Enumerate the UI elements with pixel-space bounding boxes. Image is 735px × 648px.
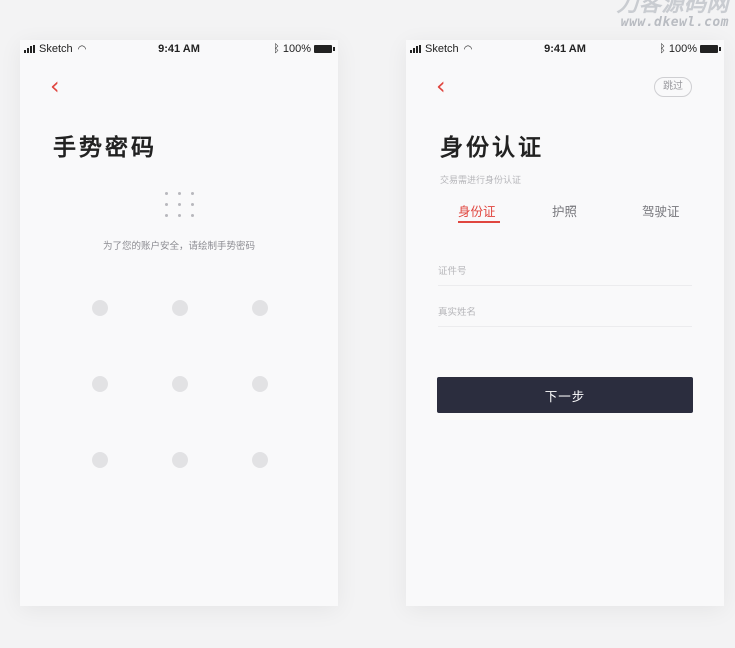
battery-percent: 100% — [282, 43, 311, 55]
back-chevron-icon[interactable]: ‹ — [50, 74, 60, 98]
pattern-node[interactable] — [252, 452, 268, 468]
battery-percent: 100% — [668, 43, 697, 55]
battery-icon — [314, 45, 335, 53]
watermark-logo-text: 刀客源码网 — [616, 0, 729, 17]
pattern-node[interactable] — [172, 452, 188, 468]
page-subtitle: 交易需进行身份认证 — [440, 176, 522, 186]
skip-button[interactable]: 跳过 — [654, 77, 692, 97]
gesture-grid-icon — [165, 192, 195, 218]
watermark-url: www.dkewl.com — [620, 15, 729, 30]
back-chevron-icon[interactable]: ‹ — [436, 74, 446, 98]
gesture-password-screen: Sketch ◠ 9:41 AM ᛒ 100% ‹ 手势密码 为了您的账户安全，… — [20, 40, 338, 606]
status-bar: Sketch ◠ 9:41 AM ᛒ 100% — [20, 40, 338, 58]
real-name-input[interactable] — [438, 307, 692, 318]
bluetooth-icon: ᛒ — [659, 43, 666, 55]
tab-passport[interactable]: 护照 — [552, 201, 577, 220]
document-type-tabs: 身份证 护照 驾驶证 — [436, 201, 704, 227]
pattern-node[interactable] — [92, 452, 108, 468]
bluetooth-icon: ᛒ — [273, 43, 280, 55]
site-watermark: 刀客源码网 www.dkewl.com — [616, 0, 729, 30]
page-title: 手势密码 — [53, 135, 157, 161]
tab-id-card[interactable]: 身份证 — [458, 201, 496, 220]
gesture-hint: 为了您的账户安全，请绘制手势密码 — [102, 241, 255, 252]
tab-driver-license[interactable]: 驾驶证 — [642, 201, 680, 220]
pattern-node[interactable] — [92, 376, 108, 392]
page-title: 身份认证 — [440, 135, 544, 161]
battery-icon — [700, 45, 721, 53]
pattern-node[interactable] — [172, 300, 188, 316]
gesture-pattern-pad[interactable] — [92, 300, 268, 468]
next-step-button[interactable]: 下一步 — [437, 377, 693, 413]
pattern-node[interactable] — [92, 300, 108, 316]
pattern-node[interactable] — [252, 300, 268, 316]
pattern-node[interactable] — [172, 376, 188, 392]
status-bar: Sketch ◠ 9:41 AM ᛒ 100% — [406, 40, 724, 58]
identity-verification-screen: Sketch ◠ 9:41 AM ᛒ 100% ‹ 跳过 身份认证 交易需进行身… — [406, 40, 724, 606]
active-tab-indicator — [458, 221, 500, 223]
id-number-field — [438, 259, 692, 286]
pattern-node[interactable] — [252, 376, 268, 392]
real-name-field — [438, 300, 692, 327]
id-number-input[interactable] — [438, 266, 692, 277]
